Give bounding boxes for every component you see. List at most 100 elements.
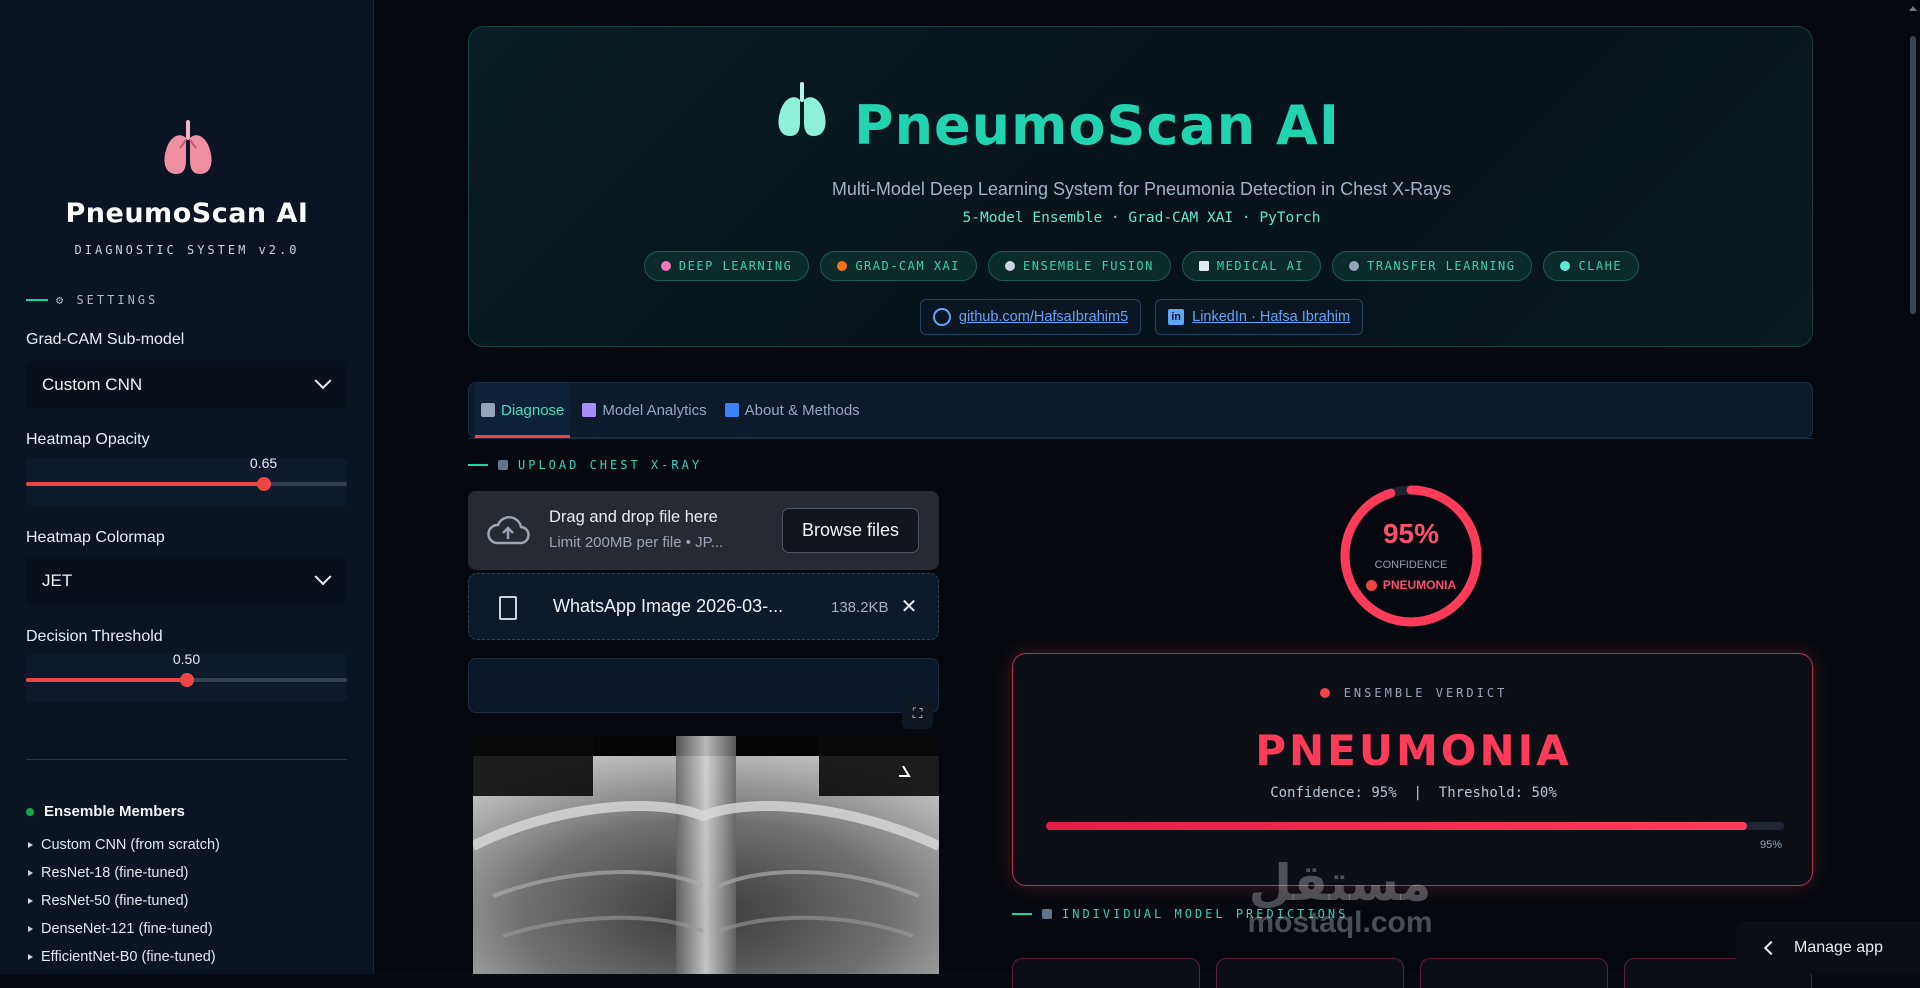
link-icon (1005, 261, 1016, 271)
list-item: ResNet-50 (fine-tuned) (28, 887, 220, 915)
bullet-icon (28, 926, 33, 932)
file-size: 138.2KB (831, 599, 889, 616)
eye-icon (1560, 261, 1571, 271)
remove-file-icon[interactable]: ✕ (897, 594, 921, 618)
watermark-url: mostaql.com (1247, 906, 1433, 939)
scrollbar[interactable] (1906, 0, 1920, 974)
confidence-bar (1046, 822, 1784, 830)
linkedin-link-label: LinkedIn · Hafsa Ibrahim (1192, 309, 1351, 325)
model-cards (1012, 958, 1812, 988)
lungs-icon (164, 120, 212, 174)
verdict-heading: ENSEMBLE VERDICT (1013, 686, 1814, 700)
member-label: EfficientNet-B0 (fine-tuned) (41, 949, 216, 965)
file-name: WhatsApp Image 2026-03-... (553, 596, 784, 616)
opacity-value: 0.65 (249, 455, 278, 471)
upload-heading: UPLOAD CHEST X-RAY (468, 458, 702, 472)
fire-icon (837, 261, 848, 271)
divider-dash (468, 464, 488, 466)
main-content: PneumoScan AI Multi-Model Deep Learning … (375, 0, 1920, 988)
red-dot-icon (1319, 688, 1330, 698)
tab-label: Diagnose (501, 401, 565, 419)
info-icon (724, 403, 739, 417)
tag-label: ENSEMBLE FUSION (1023, 259, 1154, 273)
slider-thumb[interactable] (179, 673, 194, 687)
red-dot-icon (1365, 579, 1377, 591)
bullet-icon (28, 870, 33, 876)
settings-heading: ⚙ SETTINGS (26, 293, 158, 307)
list-item: EfficientNet-B0 (fine-tuned) (28, 943, 220, 971)
member-label: ResNet-50 (fine-tuned) (41, 893, 189, 909)
tag-label: GRAD-CAM XAI (855, 259, 961, 273)
member-label: DenseNet-121 (fine-tuned) (41, 921, 213, 937)
threshold-label: Decision Threshold (26, 628, 163, 645)
uploaded-file: WhatsApp Image 2026-03-... 138.2KB ✕ (468, 573, 939, 640)
document-icon (1198, 261, 1209, 271)
gradcam-label: Grad-CAM Sub-model (26, 331, 185, 348)
manage-app-button[interactable]: Manage app (1736, 921, 1920, 974)
chevron-left-icon (1763, 940, 1779, 955)
file-icon (499, 596, 517, 620)
gauge-arc (1340, 485, 1482, 627)
tag-pill: MEDICAL AI (1181, 251, 1322, 281)
tag-pill: ENSEMBLE FUSION (988, 251, 1171, 281)
tag-pills: DEEP LEARNING GRAD-CAM XAI ENSEMBLE FUSI… (469, 251, 1814, 281)
hero-tech-line: 5-Model Ensemble · Grad-CAM XAI · PyTorc… (962, 210, 1321, 226)
model-card (1420, 958, 1608, 988)
tab-model-analytics[interactable]: Model Analytics (576, 383, 712, 437)
github-link[interactable]: github.com/HafsaIbrahim5 (919, 299, 1142, 335)
gradcam-value: Custom CNN (42, 375, 143, 394)
scrollbar-thumb[interactable] (1910, 36, 1916, 314)
tab-bar: Diagnose Model Analytics About & Methods (468, 382, 1813, 438)
upload-title: UPLOAD CHEST X-RAY (518, 458, 703, 472)
file-dropzone[interactable]: Drag and drop file here Limit 200MB per … (468, 491, 939, 570)
tag-pill: TRANSFER LEARNING (1332, 251, 1533, 281)
linkedin-icon: in (1168, 309, 1185, 325)
bullet-icon (28, 954, 33, 960)
tag-label: TRANSFER LEARNING (1367, 259, 1516, 273)
verdict-title: PNEUMONIA (1255, 726, 1572, 775)
microscope-icon (481, 403, 495, 417)
brand-title: PneumoScan AI (65, 198, 309, 229)
verdict-header-label: ENSEMBLE VERDICT (1343, 686, 1508, 700)
opacity-label: Heatmap Opacity (26, 431, 150, 448)
colormap-label: Heatmap Colormap (26, 529, 165, 546)
tag-pill: DEEP LEARNING (643, 251, 810, 281)
ensemble-heading: Ensemble Members (26, 803, 185, 820)
tag-pill: CLAHE (1543, 251, 1640, 281)
model-card (1012, 958, 1200, 988)
tab-diagnose[interactable]: Diagnose (475, 383, 571, 438)
tab-underline (468, 438, 1813, 439)
tag-pill: GRAD-CAM XAI (820, 251, 978, 281)
profile-links: github.com/HafsaIbrahim5 in LinkedIn · H… (469, 299, 1814, 335)
list-item: Custom CNN (from scratch) (28, 831, 220, 859)
verdict-confidence-line: Confidence: 95% | Threshold: 50% (1270, 785, 1557, 801)
fullscreen-icon[interactable]: ⛶ (902, 698, 933, 729)
tag-label: MEDICAL AI (1216, 259, 1305, 273)
colormap-select[interactable]: JET (26, 557, 347, 605)
linkedin-link[interactable]: in LinkedIn · Hafsa Ibrahim (1155, 299, 1364, 335)
slider-fill (26, 482, 264, 486)
browse-files-button[interactable]: Browse files (782, 508, 919, 553)
confidence-label: CONFIDENCE (1374, 559, 1448, 571)
confidence-bar-fill (1046, 822, 1748, 830)
transfer-icon (1349, 261, 1360, 271)
tab-about-methods[interactable]: About & Methods (719, 383, 866, 437)
verdict-card: ENSEMBLE VERDICT PNEUMONIA Confidence: 9… (1012, 653, 1813, 886)
dropzone-limit: Limit 200MB per file • JP... (549, 534, 724, 551)
hero-subtitle: Multi-Model Deep Learning System for Pne… (831, 179, 1452, 199)
confidence-bar-label: 95% (1759, 839, 1782, 851)
opacity-slider[interactable]: 0.65 (26, 455, 347, 505)
chevron-down-icon (314, 568, 332, 586)
dropzone-title: Drag and drop file here (549, 508, 718, 526)
member-label: Custom CNN (from scratch) (41, 837, 220, 853)
watermark: مستقل mostaql.com (1220, 858, 1460, 938)
divider-dash (1012, 913, 1032, 915)
threshold-slider[interactable]: 0.50 (26, 651, 347, 701)
gradcam-select[interactable]: Custom CNN (26, 361, 347, 409)
slider-thumb[interactable] (256, 477, 271, 491)
scroll-up-icon[interactable] (1909, 6, 1917, 11)
bullet-icon (28, 842, 33, 848)
tab-label: Model Analytics (602, 401, 707, 419)
lungs-icon (778, 82, 826, 136)
model-card (1216, 958, 1404, 988)
